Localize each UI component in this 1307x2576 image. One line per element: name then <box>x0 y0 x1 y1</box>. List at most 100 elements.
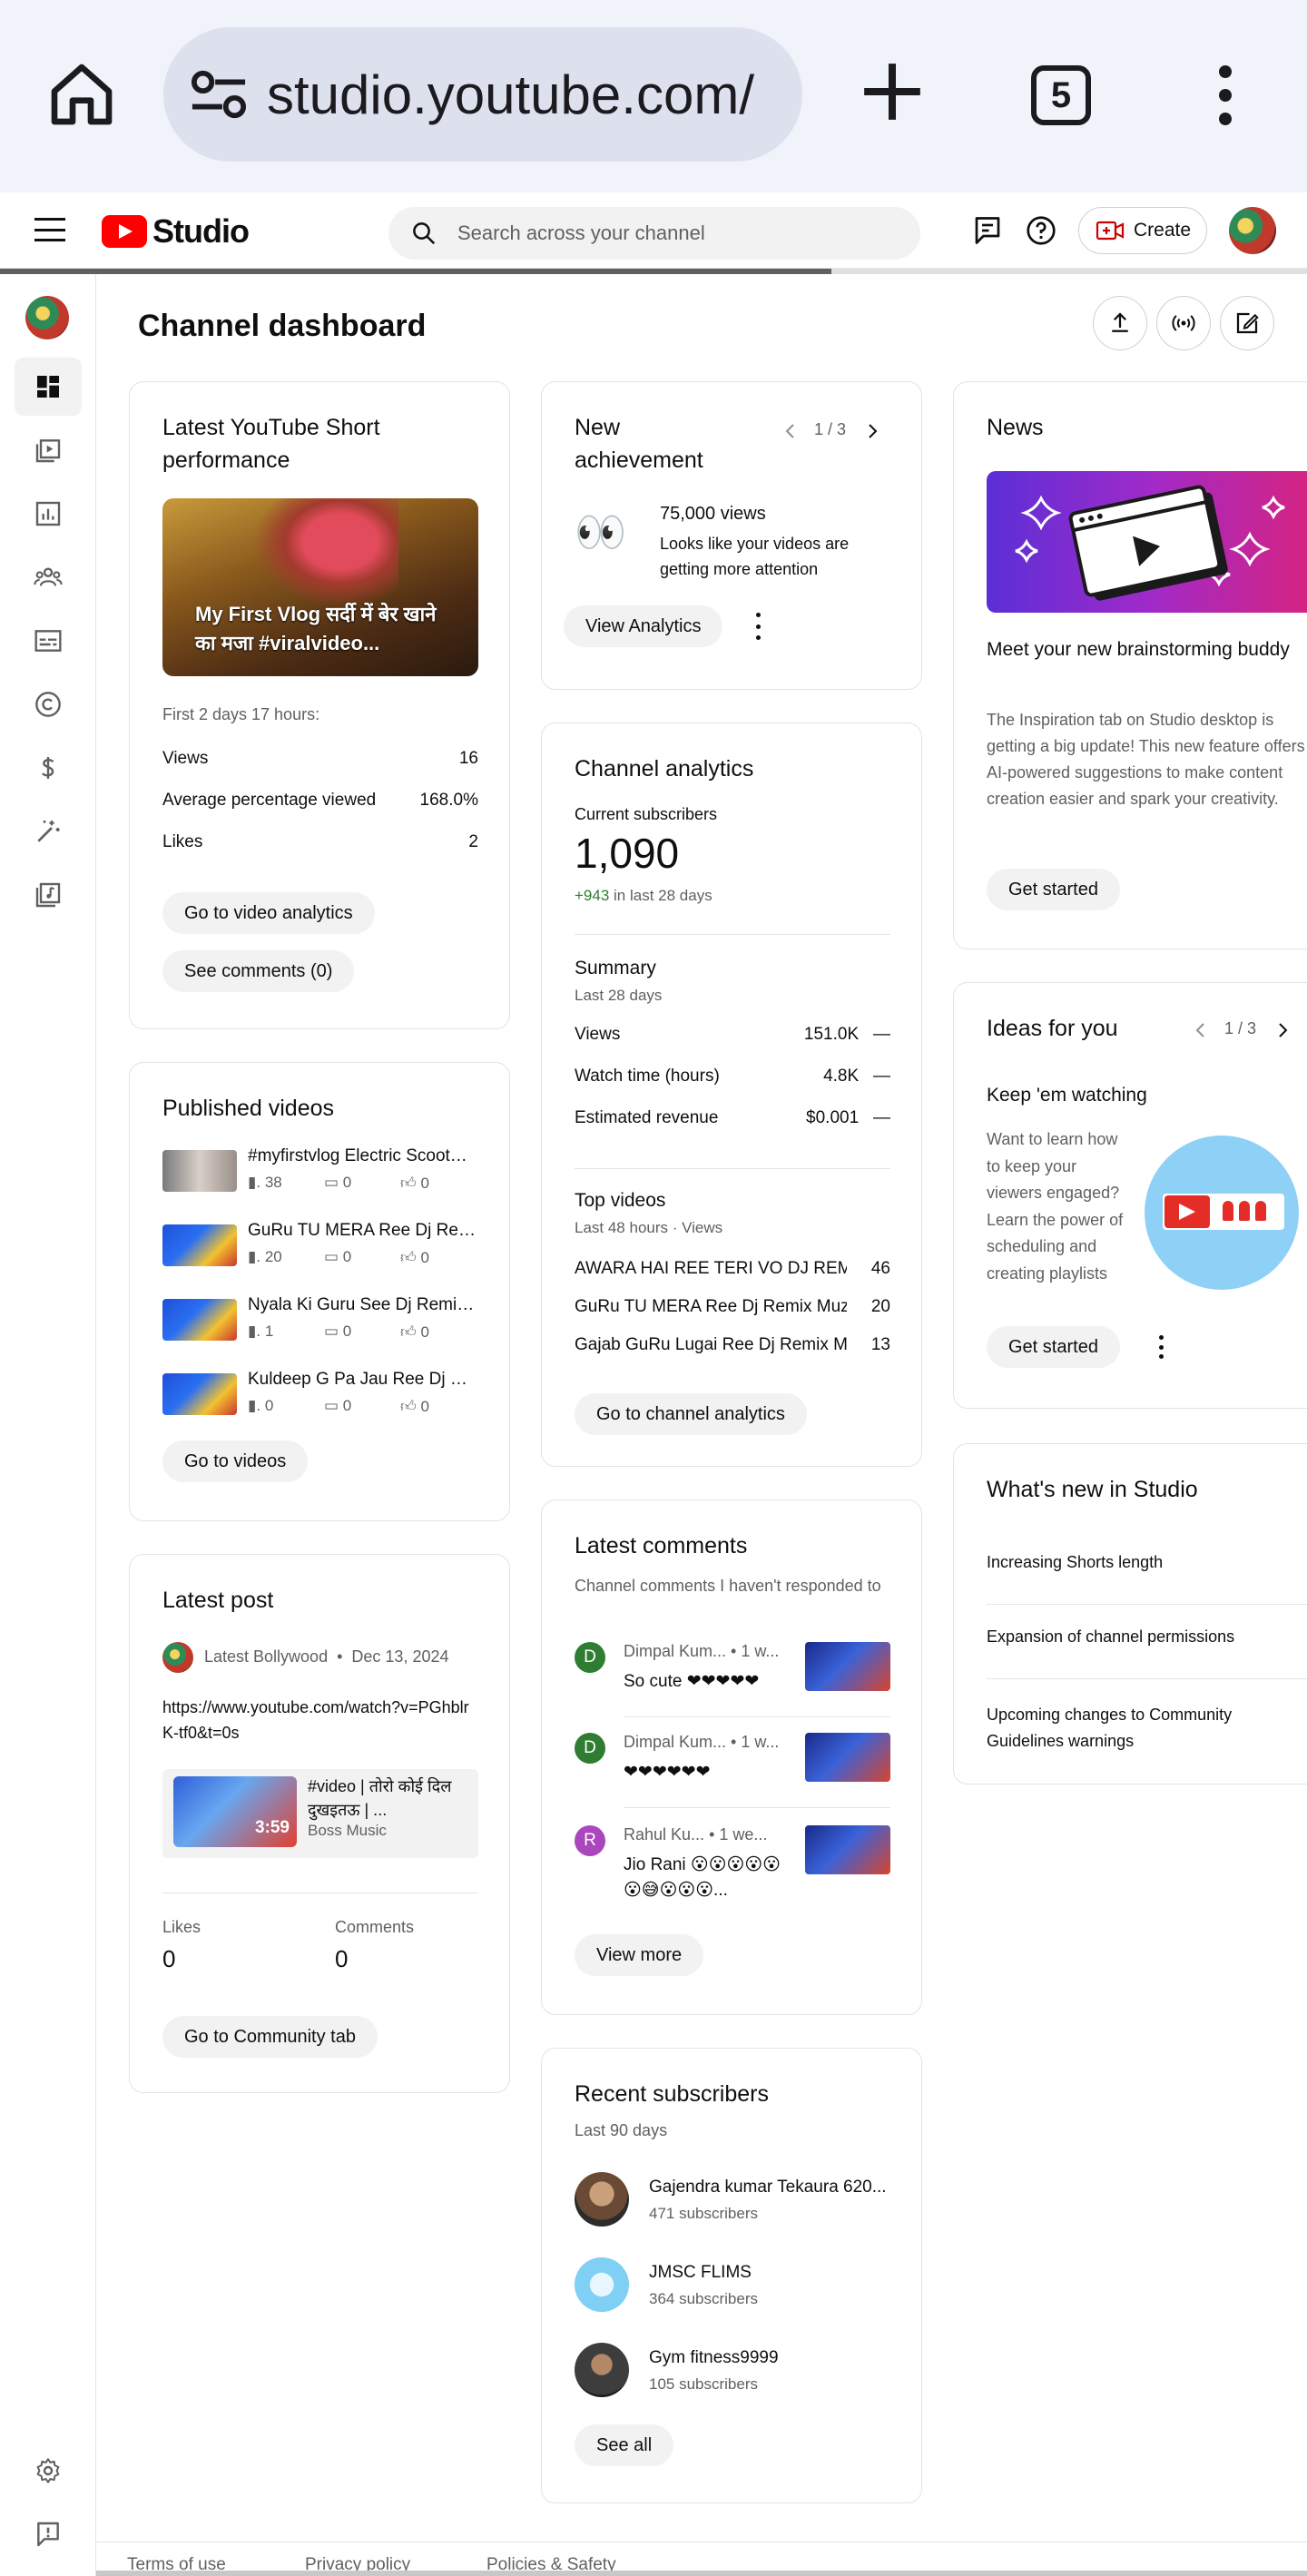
top-video-title[interactable]: Gajab GuRu Lugai Ree Dj Remix Mu... <box>575 1335 847 1355</box>
top-video-title[interactable]: GuRu TU MERA Ree Dj Remix Muzi... <box>575 1297 847 1317</box>
post-author-avatar[interactable] <box>162 1642 193 1673</box>
whats-new-item[interactable]: Expansion of channel permissions <box>987 1627 1234 1647</box>
subscriber-name[interactable]: JMSC FLIMS <box>649 2263 752 2283</box>
chevron-right-icon[interactable] <box>861 420 883 442</box>
subscriber-avatar[interactable] <box>575 2343 629 2397</box>
address-bar[interactable]: studio.youtube.com/ <box>163 27 802 162</box>
top-video-row[interactable]: Gajab GuRu Lugai Ree Dj Remix Mu... 13 <box>575 1335 890 1355</box>
go-to-video-analytics-button[interactable]: Go to video analytics <box>162 892 375 934</box>
chevron-left-icon[interactable] <box>1190 1019 1212 1041</box>
go-to-community-tab-button[interactable]: Go to Community tab <box>162 2016 378 2058</box>
chevron-right-icon[interactable] <box>1272 1019 1293 1041</box>
subscriber-item[interactable]: Gym fitness9999 105 subscribers <box>575 2343 890 2397</box>
subscriber-item[interactable]: JMSC FLIMS 364 subscribers <box>575 2257 890 2312</box>
see-comments-button[interactable]: See comments (0) <box>162 950 355 992</box>
list-item[interactable]: GuRu TU MERA Ree Dj Remix... ▮. 20 ▭ 0 👍… <box>162 1221 477 1266</box>
top-video-title[interactable]: AWARA HAI REE TERI VO DJ REMI... <box>575 1259 847 1279</box>
ideas-get-started-button[interactable]: Get started <box>987 1326 1120 1368</box>
video-title[interactable]: Nyala Ki Guru See Dj Remix ... <box>248 1295 477 1315</box>
video-title[interactable]: Kuldeep G Pa Jau Ree Dj Re... <box>248 1370 477 1390</box>
nav-customization[interactable] <box>15 802 82 860</box>
short-thumbnail[interactable]: My First Vlog सर्दी में बेर खाने का मजा … <box>162 498 478 676</box>
whats-new-item[interactable]: Upcoming changes to Community Guidelines… <box>987 1702 1286 1755</box>
nav-earn[interactable] <box>15 739 82 797</box>
create-button[interactable]: Create <box>1078 207 1207 254</box>
go-live-button[interactable] <box>1156 296 1211 350</box>
account-avatar[interactable] <box>1229 207 1276 254</box>
comment-video-thumbnail[interactable] <box>805 1642 890 1691</box>
commenter-avatar[interactable]: R <box>575 1825 605 1856</box>
more-options-icon[interactable] <box>1152 1335 1170 1359</box>
video-title[interactable]: #myfirstvlog Electric Scooter... <box>248 1146 477 1166</box>
top-videos-period: Last 48 hours · Views <box>575 1219 723 1236</box>
nav-community[interactable] <box>15 548 82 606</box>
tab-count-button[interactable]: 5 <box>1031 65 1091 125</box>
video-thumbnail[interactable] <box>162 1373 237 1415</box>
commenter-name: Rahul Ku... • 1 we... <box>624 1825 768 1844</box>
list-item[interactable]: #myfirstvlog Electric Scooter... ▮. 38 ▭… <box>162 1146 477 1192</box>
subscriber-item[interactable]: Gajendra kumar Tekaura 620... 471 subscr… <box>575 2172 890 2227</box>
help-icon[interactable] <box>1025 214 1057 247</box>
video-thumbnail[interactable] <box>162 1224 237 1266</box>
create-post-button[interactable] <box>1220 296 1274 350</box>
comment-item[interactable]: R Rahul Ku... • 1 we... Jio Rani 😮😮😮😮😮😮😅… <box>575 1825 890 1907</box>
comment-item[interactable]: D Dimpal Kum... • 1 w... ❤❤❤❤❤❤ <box>575 1733 890 1791</box>
news-headline[interactable]: Meet your new brainstorming buddy <box>987 634 1302 665</box>
subscriber-name[interactable]: Gajendra kumar Tekaura 620... <box>649 2178 887 2197</box>
summary-label: Watch time (hours) <box>575 1067 720 1086</box>
nav-analytics[interactable] <box>15 485 82 543</box>
url-text[interactable]: studio.youtube.com/ <box>267 64 775 126</box>
top-video-row[interactable]: GuRu TU MERA Ree Dj Remix Muzi... 20 <box>575 1297 890 1317</box>
channel-avatar[interactable] <box>25 296 69 339</box>
list-item[interactable]: Kuldeep G Pa Jau Ree Dj Re... ▮. 0 ▭ 0 👍… <box>162 1370 477 1415</box>
nav-dashboard[interactable] <box>15 358 82 416</box>
video-thumbnail[interactable] <box>162 1299 237 1341</box>
subscribers-period: Last 90 days <box>575 2121 668 2139</box>
subscriber-avatar[interactable] <box>575 2172 629 2227</box>
nav-settings[interactable] <box>15 2442 82 2500</box>
video-title[interactable]: GuRu TU MERA Ree Dj Remix... <box>248 1221 477 1241</box>
horizontal-scrollbar[interactable] <box>96 2571 1307 2576</box>
comments-label: Comments <box>335 1918 415 1936</box>
commenter-avatar[interactable]: D <box>575 1642 605 1673</box>
nav-content[interactable] <box>15 421 82 479</box>
comment-item[interactable]: D Dimpal Kum... • 1 w... So cute ❤❤❤❤❤ <box>575 1642 890 1700</box>
upload-button[interactable] <box>1093 296 1147 350</box>
news-get-started-button[interactable]: Get started <box>987 869 1120 910</box>
comment-video-thumbnail[interactable] <box>805 1733 890 1782</box>
subscriber-avatar[interactable] <box>575 2257 629 2312</box>
achievement-pager: 1 / 3 <box>814 420 847 438</box>
browser-menu-icon[interactable] <box>1207 65 1243 125</box>
list-item[interactable]: Nyala Ki Guru See Dj Remix ... ▮. 1 ▭ 0 … <box>162 1295 477 1341</box>
chevron-left-icon[interactable] <box>780 420 801 442</box>
post-video-thumbnail[interactable]: 3:59 <box>173 1776 297 1847</box>
feedback-icon[interactable] <box>971 214 1004 247</box>
top-video-row[interactable]: AWARA HAI REE TERI VO DJ REMI... 46 <box>575 1259 890 1279</box>
view-more-button[interactable]: View more <box>575 1934 704 1976</box>
whats-new-item[interactable]: Increasing Shorts length <box>987 1553 1163 1572</box>
video-thumbnail[interactable] <box>162 1150 237 1192</box>
news-illustration[interactable] <box>987 471 1307 613</box>
see-all-button[interactable]: See all <box>575 2424 674 2466</box>
site-settings-icon[interactable] <box>191 69 247 120</box>
comment-video-thumbnail[interactable] <box>805 1825 890 1874</box>
nav-copyright[interactable] <box>15 675 82 733</box>
go-to-videos-button[interactable]: Go to videos <box>162 1440 309 1482</box>
post-video-embed[interactable]: 3:59 #video | तोरो कोई दिल दुखइतऊ | ... … <box>162 1769 478 1858</box>
nav-audio-library[interactable] <box>15 866 82 924</box>
view-analytics-button[interactable]: View Analytics <box>564 605 723 647</box>
menu-icon[interactable] <box>34 218 65 241</box>
commenter-avatar[interactable]: D <box>575 1733 605 1764</box>
nav-feedback[interactable] <box>15 2505 82 2563</box>
search-input[interactable]: Search across your channel <box>388 207 920 260</box>
subscriber-name[interactable]: Gym fitness9999 <box>649 2348 779 2368</box>
post-author[interactable]: Latest Bollywood <box>204 1647 328 1666</box>
go-to-channel-analytics-button[interactable]: Go to channel analytics <box>575 1393 807 1435</box>
post-link[interactable]: https://www.youtube.com/watch?v=PGhblrK-… <box>162 1695 471 1745</box>
studio-logo[interactable]: Studio <box>102 212 250 251</box>
more-options-icon[interactable] <box>749 613 767 640</box>
nav-subtitles[interactable] <box>15 612 82 670</box>
new-tab-icon[interactable] <box>859 58 926 125</box>
whats-new-card: What's new in Studio Increasing Shorts l… <box>953 1443 1307 1785</box>
home-icon[interactable] <box>45 58 118 131</box>
